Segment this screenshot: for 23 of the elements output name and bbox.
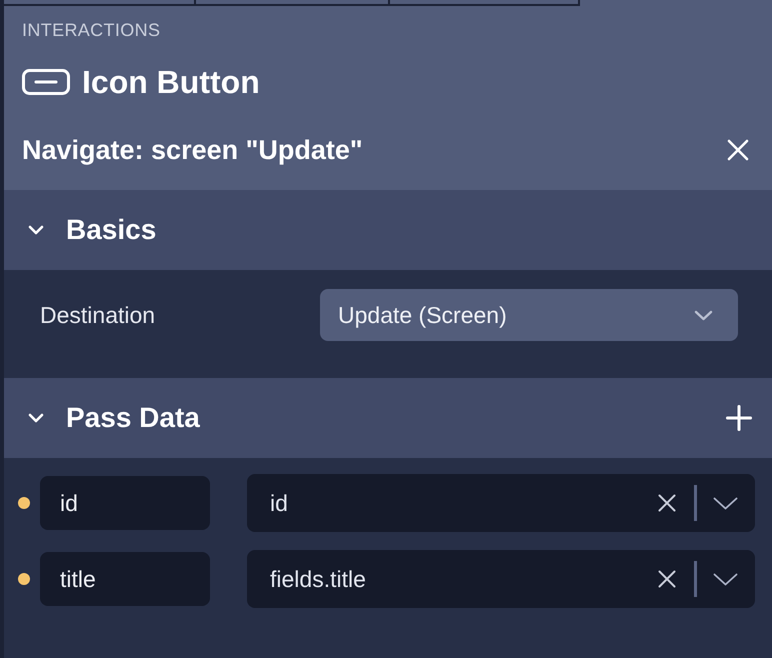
dropdown[interactable]: Update (Screen) bbox=[320, 289, 738, 341]
close-button[interactable] bbox=[726, 138, 750, 162]
plus-icon bbox=[726, 405, 752, 431]
action-title: Navigate: screen "Update" bbox=[22, 134, 363, 167]
component-title: Icon Button bbox=[82, 63, 260, 102]
close-icon bbox=[727, 139, 749, 161]
param-name-field[interactable]: title bbox=[40, 552, 210, 606]
button-component-icon bbox=[22, 69, 70, 95]
clear-icon[interactable] bbox=[658, 494, 676, 512]
section-toggle[interactable]: Pass Data bbox=[28, 400, 200, 436]
param-value-select[interactable]: fields.title bbox=[247, 550, 755, 608]
chevron-down-icon bbox=[694, 310, 713, 320]
section-toggle[interactable]: Basics bbox=[28, 212, 156, 248]
chevron-down-icon[interactable] bbox=[713, 496, 738, 510]
chevron-icon bbox=[28, 413, 44, 423]
chevron-icon bbox=[28, 225, 44, 235]
param-name-field[interactable]: id bbox=[40, 476, 210, 530]
chevron-down-icon[interactable] bbox=[713, 572, 738, 586]
add-button[interactable] bbox=[726, 405, 752, 431]
param-value-select[interactable]: id bbox=[247, 474, 755, 532]
clear-icon[interactable] bbox=[658, 570, 676, 588]
field-label: Destination bbox=[40, 301, 156, 330]
panel-label: INTERACTIONS bbox=[22, 19, 160, 42]
